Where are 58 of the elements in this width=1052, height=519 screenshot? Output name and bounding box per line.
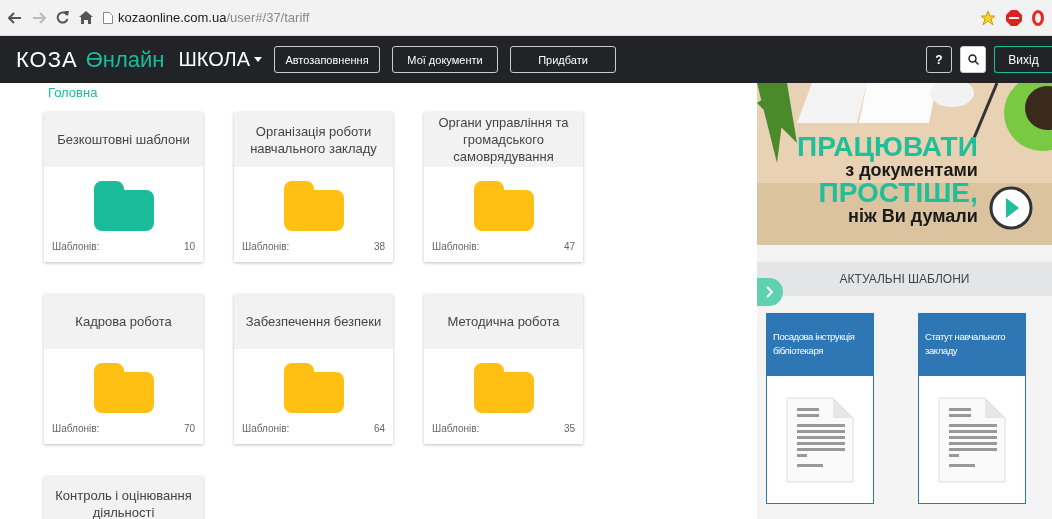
folder-title: Контроль і оцінювання діяльності (54, 486, 193, 519)
folder-card[interactable]: Органи управління та громадського самоврядування Шаблонів: 47 (424, 112, 583, 262)
page-icon (103, 11, 113, 24)
folder-title: Кадрова робота (75, 313, 172, 330)
play-icon[interactable] (989, 186, 1033, 230)
template-title: Статут навчального закладу (925, 330, 1007, 358)
nav-button[interactable]: Мої документи (392, 46, 498, 73)
folder-title: Забезпечення безпеки (245, 313, 382, 330)
logo-accent[interactable]: Өнлайн (85, 46, 165, 73)
folder-card[interactable]: Методична робота Шаблонів: 35 (424, 294, 583, 444)
search-button[interactable] (960, 46, 986, 73)
caret-icon (254, 57, 262, 62)
folder-card[interactable]: Кадрова робота Шаблонів: 70 (44, 294, 203, 444)
folder-card[interactable]: Контроль і оцінювання діяльності (44, 476, 203, 519)
count-value: 35 (563, 423, 575, 434)
help-button[interactable]: ? (926, 46, 952, 73)
folder-title: Органи управління та громадського самоврядування (437, 114, 570, 165)
folder-title: Організація роботи навчального закладу (249, 122, 378, 157)
banner-headline: ПРОСТІШЕ, (818, 179, 978, 207)
count-label: Шаблонів: (52, 423, 100, 434)
folder-title: Безкоштовні шаблони (57, 131, 190, 148)
banner-text: з документами (845, 161, 978, 179)
logo[interactable]: КОЗА (16, 46, 78, 73)
star-icon[interactable] (980, 9, 996, 26)
template-card[interactable]: Статут навчального закладу (918, 313, 1026, 504)
ring-icon[interactable] (1032, 9, 1044, 26)
count-value: 64 (373, 423, 385, 434)
count-value: 38 (373, 241, 385, 252)
folder-card[interactable]: Забезпечення безпеки Шаблонів: 64 (234, 294, 393, 444)
reload-icon[interactable] (56, 11, 69, 24)
template-card[interactable]: Посадова інструкція бібліотекаря (766, 313, 874, 504)
address-bar[interactable]: kozaonline.com.ua/user#/37/tariff (118, 10, 310, 25)
banner-headline: ПРАЦЮВАТИ (797, 133, 978, 161)
home-icon[interactable] (79, 11, 93, 24)
folder-title: Методична робота (447, 313, 560, 330)
nav-button[interactable]: Придбати (510, 46, 616, 73)
logout-button[interactable]: Вихід (994, 46, 1052, 73)
count-label: Шаблонів: (52, 241, 100, 252)
count-value: 70 (183, 423, 195, 434)
chevron-right-icon (766, 286, 774, 298)
count-label: Шаблонів: (432, 423, 480, 434)
section-title: АКТУАЛЬНІ ШАБЛОНИ (839, 272, 970, 286)
template-title: Посадова інструкція бібліотекаря (773, 330, 856, 358)
section-dropdown[interactable]: ШКОЛА (178, 48, 262, 71)
folder-card[interactable]: Безкоштовні шаблони Шаблонів: 10 (44, 112, 203, 262)
banner-text: ніж Ви думали (848, 207, 978, 225)
count-value: 47 (563, 241, 575, 252)
back-icon[interactable] (8, 11, 22, 24)
count-label: Шаблонів: (432, 241, 480, 252)
folder-card[interactable]: Організація роботи навчального закладу Шаблонів: 38 (234, 112, 393, 262)
nav-button[interactable]: Автозаповнення (274, 46, 380, 73)
stop-sign-icon[interactable] (1006, 9, 1022, 26)
document-icon (937, 395, 1007, 484)
document-icon (785, 395, 855, 484)
count-label: Шаблонів: (242, 423, 290, 434)
count-label: Шаблонів: (242, 241, 290, 252)
count-value: 10 (183, 241, 195, 252)
search-icon (967, 54, 979, 65)
